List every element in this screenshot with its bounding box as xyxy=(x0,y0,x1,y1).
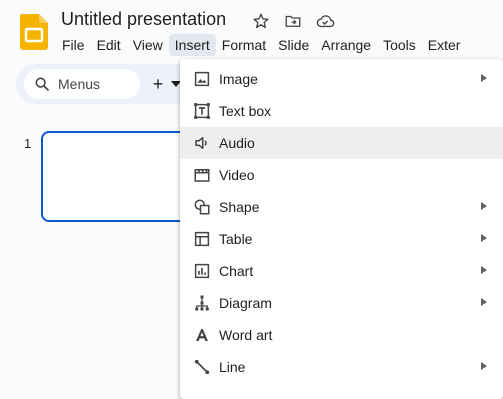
chart-icon xyxy=(192,261,212,281)
word-art-icon xyxy=(192,325,212,345)
menu-item-diagram[interactable]: Diagram xyxy=(180,287,503,319)
menu-item-label: Image xyxy=(219,71,258,87)
menu-format[interactable]: Format xyxy=(216,34,272,56)
line-icon xyxy=(192,357,212,377)
menu-item-label: Chart xyxy=(219,263,254,279)
document-title[interactable]: Untitled presentation xyxy=(61,9,226,30)
menu-item-video[interactable]: Video xyxy=(180,159,503,191)
audio-icon xyxy=(192,133,212,153)
submenu-arrow-icon xyxy=(481,74,487,82)
menu-slide[interactable]: Slide xyxy=(272,34,315,56)
video-icon xyxy=(192,165,212,185)
menu-item-label: Shape xyxy=(219,199,260,215)
menu-item-chart[interactable]: Chart xyxy=(180,255,503,287)
menu-item-label: Text box xyxy=(219,103,272,119)
menu-item-image[interactable]: Image xyxy=(180,63,503,95)
submenu-arrow-icon xyxy=(481,266,487,274)
menu-view[interactable]: View xyxy=(127,34,169,56)
menu-item-shape[interactable]: Shape xyxy=(180,191,503,223)
menu-edit[interactable]: Edit xyxy=(91,34,127,56)
slide-thumbnail[interactable] xyxy=(41,131,191,222)
menu-item-label: Diagram xyxy=(219,295,272,311)
submenu-arrow-icon xyxy=(481,234,487,242)
menu-item-label: Table xyxy=(219,231,253,247)
diagram-icon xyxy=(192,293,212,313)
menu-extensions[interactable]: Exter xyxy=(422,34,467,56)
search-icon xyxy=(34,76,50,92)
submenu-arrow-icon xyxy=(481,298,487,306)
insert-menu: Image Text box Audio Video Shape Table C… xyxy=(180,59,503,399)
menu-item-word-art[interactable]: Word art xyxy=(180,319,503,351)
menu-item-audio[interactable]: Audio xyxy=(180,127,503,159)
image-icon xyxy=(192,69,212,89)
cloud-saved-icon[interactable] xyxy=(314,10,336,32)
menu-item-line[interactable]: Line xyxy=(180,351,503,383)
menu-tools[interactable]: Tools xyxy=(377,34,422,56)
text-box-icon xyxy=(192,101,212,121)
submenu-arrow-icon xyxy=(481,202,487,210)
submenu-arrow-icon xyxy=(481,362,487,370)
table-icon xyxy=(192,229,212,249)
menu-bar: File Edit View Insert Format Slide Arran… xyxy=(56,34,466,56)
menu-file[interactable]: File xyxy=(56,34,91,56)
shape-icon xyxy=(192,197,212,217)
menu-insert[interactable]: Insert xyxy=(168,34,216,56)
menu-item-text-box[interactable]: Text box xyxy=(180,95,503,127)
menu-arrange[interactable]: Arrange xyxy=(315,34,377,56)
menu-item-label: Line xyxy=(219,359,246,375)
star-icon[interactable] xyxy=(250,10,272,32)
menu-item-label: Audio xyxy=(219,135,255,151)
menu-item-label: Video xyxy=(219,167,255,183)
menu-item-table[interactable]: Table xyxy=(180,223,503,255)
google-slides-logo-icon[interactable] xyxy=(20,14,48,50)
search-menus-label: Menus xyxy=(58,76,101,92)
new-slide-button[interactable]: + xyxy=(148,72,168,96)
menu-item-label: Word art xyxy=(219,327,273,343)
search-menus-button[interactable]: Menus xyxy=(24,69,140,99)
move-to-folder-icon[interactable] xyxy=(282,10,304,32)
slide-number: 1 xyxy=(24,136,32,151)
